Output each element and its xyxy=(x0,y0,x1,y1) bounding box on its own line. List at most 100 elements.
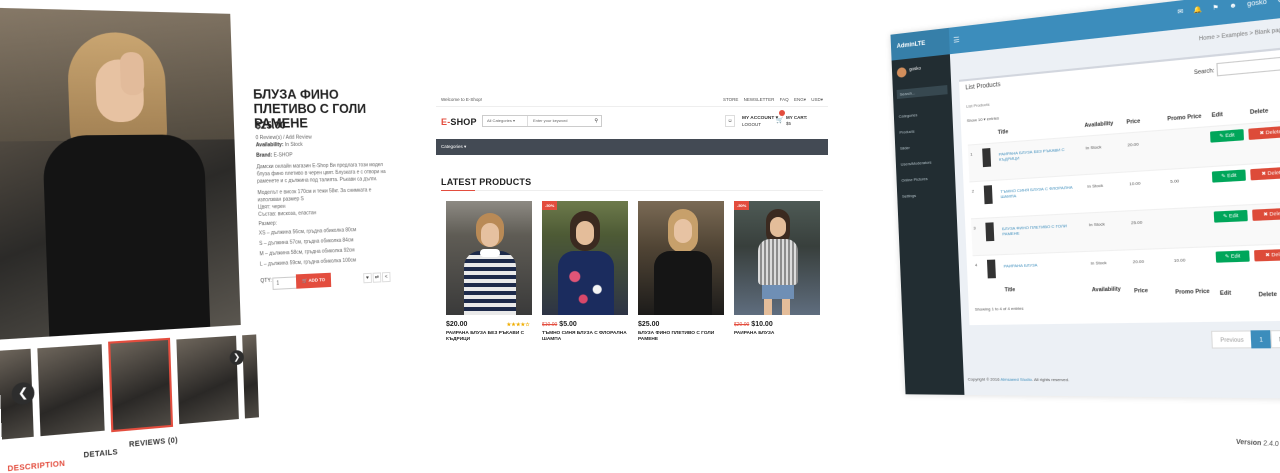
table-search-input[interactable] xyxy=(1216,56,1280,77)
top-link-store[interactable]: STORE xyxy=(723,97,738,102)
brand-value[interactable]: E-SHOP xyxy=(274,152,293,158)
copyright-link[interactable]: Almsaeed Studio xyxy=(1000,377,1032,382)
product-description: Дамски онлайн магазин E-Shop Ви предлага… xyxy=(256,162,386,185)
col-availability[interactable]: Availability xyxy=(1084,121,1113,130)
avatar xyxy=(896,66,907,78)
my-account-label[interactable]: MY ACCOUNT ▾ xyxy=(742,116,778,121)
compare-icon[interactable]: ⇄ xyxy=(372,272,382,283)
search-icon[interactable]: ⚲ xyxy=(594,116,598,126)
edit-button[interactable]: ✎ Edit xyxy=(1210,129,1245,143)
language-select[interactable]: ENG▾ xyxy=(794,97,806,102)
pagination-page[interactable]: 1 xyxy=(1250,330,1272,349)
tab-details[interactable]: DETAILS xyxy=(83,449,118,460)
account-menu[interactable]: MY ACCOUNT ▾ LOGOUT xyxy=(742,115,778,128)
user-menu[interactable]: ☻ gosko xyxy=(1229,0,1267,10)
table-body: 1 РАИРАНА БЛУЗА БЕЗ РЪКАВИ С КЪДРИЦИ In … xyxy=(967,120,1280,298)
thumbnail[interactable] xyxy=(37,344,105,437)
category-select-value: All Categories xyxy=(487,118,512,123)
col-edit[interactable]: Edit xyxy=(1212,112,1224,120)
thumbnail-selected[interactable] xyxy=(108,337,174,433)
product-image[interactable] xyxy=(638,201,724,315)
user-icon[interactable]: ☺ xyxy=(725,115,735,127)
tasks-icon[interactable]: ⚑ xyxy=(1212,5,1219,12)
entries-select[interactable]: Show 10 ▾ entries xyxy=(967,115,1000,123)
delete-button[interactable]: ✖ Delete xyxy=(1248,125,1280,140)
pagination-next[interactable]: Next xyxy=(1269,329,1280,349)
notifications-icon[interactable]: 🔔 xyxy=(1193,7,1202,15)
categories-menu[interactable]: Categories ▾ xyxy=(441,144,466,149)
row-availability: In Stock xyxy=(1090,259,1107,266)
row-price: 25.00 xyxy=(1130,219,1143,226)
top-link-faq[interactable]: FAQ xyxy=(780,97,789,102)
wishlist-icon[interactable]: ♥ xyxy=(363,272,372,284)
product-image[interactable]: -50% xyxy=(542,201,628,315)
logout-link[interactable]: LOGOUT xyxy=(742,122,761,127)
rating-stars: ★★★★☆ xyxy=(506,322,530,328)
products-table: Title Availability Price Promo Price Edi… xyxy=(967,102,1280,299)
top-link-newsletter[interactable]: NEWSLETTER xyxy=(744,97,775,102)
product-composition: Състав: вискоза, еластан xyxy=(258,210,317,219)
product-price: $20.00 ★★★★☆ xyxy=(446,321,532,328)
sidebar-item-categories[interactable]: Categories xyxy=(899,112,918,119)
search-bar: All Categories ▾ Enter your keyword ⚲ xyxy=(482,115,602,127)
product-card[interactable]: -50% $20.00 $10.00 РАИРАНА БЛУЗА xyxy=(734,201,820,337)
row-title[interactable]: БЛУЗА ФИНО ПЛЕТИВО С ГОЛИ РАМЕНЕ xyxy=(1002,223,1076,236)
search-input[interactable]: Enter your keyword xyxy=(533,116,567,126)
version-value: 2.4.0 xyxy=(1263,440,1279,449)
delete-button[interactable]: ✖ Delete xyxy=(1252,207,1280,221)
messages-icon[interactable]: ✉ xyxy=(1177,9,1183,16)
row-availability: In Stock xyxy=(1085,144,1102,151)
footer-col-delete: Delete xyxy=(1258,291,1278,299)
tab-description[interactable]: DESCRIPTION xyxy=(7,460,65,473)
site-logo[interactable]: E-SHOP xyxy=(441,117,477,127)
product-name[interactable]: РАИРАНА БЛУЗА БЕЗ РЪКАВИ С КЪДРИЦИ xyxy=(446,331,532,343)
delete-button[interactable]: ✖ Delete xyxy=(1254,248,1280,262)
thumbnail[interactable] xyxy=(242,334,259,419)
product-card[interactable]: $25.00 БЛУЗА ФИНО ПЛЕТИВО С ГОЛИ РАМЕНЕ xyxy=(638,201,724,343)
carousel-next-icon[interactable]: ❯ xyxy=(229,349,245,366)
categories-navbar: Categories ▾ xyxy=(436,139,828,155)
sidebar-toggle-icon[interactable]: ☰ xyxy=(953,36,960,45)
row-title[interactable]: ТЪМНО СИНЯ БЛУЗА С ФЛОРАЛНА ШАМПА xyxy=(1000,184,1074,199)
product-card[interactable]: -50% $10.00 $5.00 ТЪМНО СИНЯ БЛУЗА С ФЛОР… xyxy=(542,201,628,343)
sidebar-item-settings[interactable]: Settings xyxy=(902,193,916,199)
row-title[interactable]: РАИРАНА БЛУЗА БЕЗ РЪКАВИ С КЪДРИЦИ xyxy=(999,146,1073,162)
currency-select[interactable]: USD▾ xyxy=(811,97,823,102)
col-title[interactable]: Title xyxy=(998,129,1009,136)
pagination-previous[interactable]: Previous xyxy=(1211,330,1253,349)
product-name[interactable]: РАИРАНА БЛУЗА xyxy=(734,331,820,337)
thumbnail[interactable] xyxy=(176,335,239,425)
sidebar-item-pictures[interactable]: Online Pictures xyxy=(901,176,927,183)
share-icon[interactable]: < xyxy=(381,271,391,283)
product-name[interactable]: БЛУЗА ФИНО ПЛЕТИВО С ГОЛИ РАМЕНЕ xyxy=(638,331,724,343)
cart-icon[interactable]: 🛒 xyxy=(776,117,783,124)
col-delete[interactable]: Delete xyxy=(1250,108,1269,116)
product-image[interactable] xyxy=(446,201,532,315)
tab-reviews[interactable]: REVIEWS (0) xyxy=(129,437,178,449)
size-row: L – дължина 59см, гръдна обиколка 100см xyxy=(259,257,357,268)
availability-label: Availability: xyxy=(255,141,284,149)
product-name[interactable]: ТЪМНО СИНЯ БЛУЗА С ФЛОРАЛНА ШАМПА xyxy=(542,331,628,343)
edit-button[interactable]: ✎ Edit xyxy=(1211,169,1246,183)
product-card[interactable]: $20.00 ★★★★☆ РАИРАНА БЛУЗА БЕЗ РЪКАВИ С … xyxy=(446,201,532,343)
row-number: 1 xyxy=(970,151,973,157)
col-price[interactable]: Price xyxy=(1126,118,1140,126)
product-tabs: DESCRIPTION DETAILS REVIEWS (0) xyxy=(7,437,224,473)
delete-button[interactable]: ✖ Delete xyxy=(1250,166,1280,181)
size-row: M – дължина 58см, гръдна обиколка 92см xyxy=(259,247,355,258)
breadcrumb[interactable]: Home > Examples > Blank page xyxy=(1199,27,1280,43)
sidebar-item-users[interactable]: Users/Moderators xyxy=(901,160,932,167)
edit-button[interactable]: ✎ Edit xyxy=(1213,209,1248,223)
version-label: Version xyxy=(1235,438,1262,448)
sidebar-item-slider[interactable]: Slider xyxy=(900,145,910,151)
product-image[interactable]: -50% xyxy=(734,201,820,315)
cart-summary[interactable]: MY CART: $5 xyxy=(786,115,807,127)
add-to-cart-label: ADD TO CART xyxy=(307,277,326,298)
row-title[interactable]: РАИРАНА БЛУЗА xyxy=(1004,261,1078,268)
category-select[interactable]: All Categories ▾ xyxy=(483,116,528,126)
sidebar-item-products[interactable]: Products xyxy=(899,129,914,135)
add-to-cart-button[interactable]: 🛒 ADD TO CART xyxy=(295,272,332,297)
col-promo-price[interactable]: Promo Price xyxy=(1167,113,1202,122)
edit-button[interactable]: ✎ Edit xyxy=(1215,250,1250,263)
sidebar-search-input[interactable]: Search... xyxy=(896,85,948,99)
